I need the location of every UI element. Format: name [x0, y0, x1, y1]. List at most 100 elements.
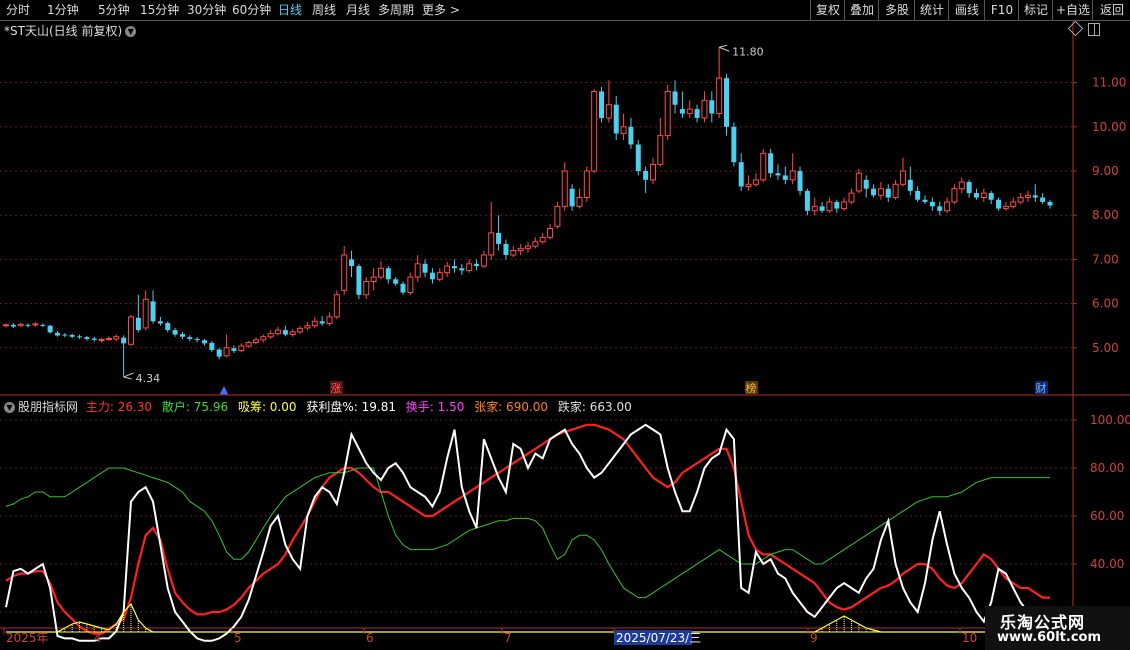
candle-body [260, 336, 267, 341]
y-tick-label: 60.00 [1090, 509, 1124, 523]
candle-body [466, 263, 473, 271]
candle-body [628, 126, 634, 145]
y-tick-label: 100.00 [1090, 413, 1130, 427]
x-tick-label: 6 [366, 631, 374, 645]
candle-body [356, 266, 362, 295]
candle-body [436, 272, 443, 280]
y-tick-label: 10.00 [1092, 120, 1126, 134]
candle-body [686, 108, 693, 115]
candle-body [91, 338, 97, 340]
stock-chart[interactable]: 5.006.007.008.009.0010.0011.0020.0040.00… [0, 0, 1130, 650]
candle-body [349, 259, 355, 267]
candle-body [245, 341, 252, 347]
candle-body [709, 100, 715, 114]
candle-body [966, 182, 972, 194]
candle-body [459, 268, 465, 271]
series-retail-line [5, 467, 1050, 599]
candle-body [202, 340, 208, 344]
candle-body [69, 334, 75, 337]
candle-body [664, 90, 671, 137]
indicator-value-turnover: 换手: 1.50 [405, 400, 465, 414]
candle-body [525, 245, 531, 249]
candle-body [400, 283, 406, 293]
candle-body [907, 179, 913, 191]
candle-body [319, 321, 325, 324]
panel-toggle-icon[interactable] [1088, 23, 1100, 36]
candle-body [385, 268, 391, 280]
candle-body [848, 192, 855, 203]
candle-body [672, 91, 678, 105]
candle-body [694, 109, 700, 118]
candle-body [252, 339, 259, 343]
candle-body [121, 337, 127, 344]
candle-body [275, 329, 282, 335]
low-arrow [123, 372, 134, 380]
candle-body [988, 193, 994, 200]
indicator-value-rise-count: 张家: 690.00 [474, 400, 549, 414]
candle-body [127, 316, 134, 345]
candle-body [179, 334, 185, 337]
arrow-up-icon: ▲ [220, 383, 229, 396]
candle-body [510, 250, 517, 256]
candle-body [377, 267, 384, 278]
candle-body [591, 90, 598, 172]
candle-body [561, 170, 568, 207]
candle-body [554, 205, 561, 227]
candle-body [98, 338, 105, 341]
y-tick-label: 9.00 [1092, 164, 1119, 178]
candle-body [899, 170, 906, 185]
candle-body [937, 206, 943, 211]
x-tick-label: 4 [94, 631, 102, 645]
candle-body [326, 316, 333, 324]
candle-body [752, 179, 759, 185]
candle-body [135, 317, 141, 331]
low-label: 4.34 [136, 372, 161, 385]
candle-body [804, 190, 810, 211]
candle-body [1047, 201, 1053, 206]
candle-body [613, 104, 619, 134]
indicator-header: ▼ 股朋指标网 主力: 26.30 散户: 75.96 吸筹: 0.00 获利盘%… [4, 398, 638, 415]
indicator-name[interactable]: 股朋指标网 [18, 400, 78, 414]
y-tick-label: 40.00 [1090, 557, 1124, 571]
candle-body [105, 338, 112, 341]
x-cursor-date: 2025/07/23/三 [616, 631, 701, 645]
candle-body [1002, 205, 1009, 210]
candle-body [216, 349, 222, 357]
chevron-down-icon[interactable]: ▼ [125, 26, 137, 37]
candle-body [547, 227, 554, 238]
candle-body [474, 263, 480, 267]
candle-body [841, 201, 848, 210]
candle-body [1032, 195, 1038, 198]
candle-body [393, 279, 399, 284]
candle-body [282, 330, 288, 335]
candle-body [40, 324, 46, 326]
candle-body [414, 263, 421, 278]
stock-title-text: *ST天山(日线 前复权) [4, 24, 123, 38]
candle-body [84, 337, 90, 339]
candle-body [643, 171, 649, 180]
candle-body [892, 183, 899, 199]
indicator-value-absorb: 吸筹: 0.00 [237, 400, 297, 414]
candle-body [605, 104, 612, 119]
x-tick-label: 5 [234, 631, 242, 645]
candle-body [871, 188, 877, 196]
candle-body [915, 190, 921, 200]
series-main-line [5, 423, 1050, 635]
candle-body [539, 236, 546, 243]
event-marker-cai: 财 [1036, 381, 1047, 395]
chevron-down-icon[interactable]: ▼ [4, 402, 15, 413]
candle-body [3, 324, 9, 327]
candle-body [32, 323, 39, 326]
candle-body [47, 325, 53, 333]
candle-body [77, 336, 83, 338]
candle-body [877, 188, 884, 196]
candle-body [113, 336, 120, 340]
candle-body [304, 325, 311, 329]
x-tick-label: 10 [962, 631, 977, 645]
candle-body [855, 172, 862, 192]
candle-body [973, 193, 979, 198]
x-tick-label: 7 [504, 631, 512, 645]
candle-body [745, 183, 752, 187]
stock-title[interactable]: *ST天山(日线 前复权) ▼ [4, 22, 137, 39]
candle-body [760, 152, 767, 181]
